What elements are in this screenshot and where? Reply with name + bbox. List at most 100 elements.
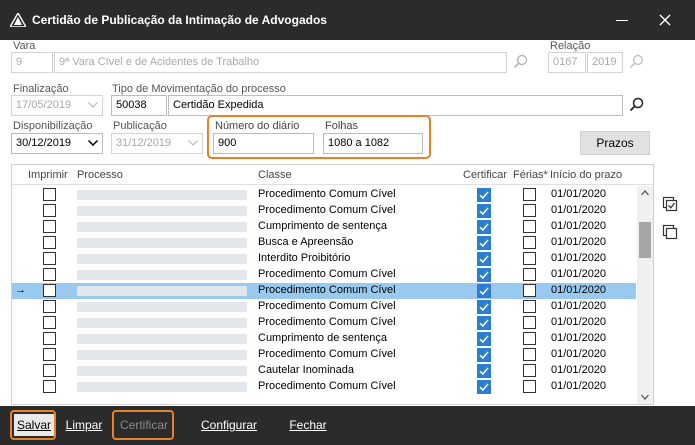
limpar-button[interactable]: Limpar xyxy=(60,414,108,436)
col-processo[interactable]: Processo xyxy=(77,169,123,181)
table-row[interactable]: Procedimento Comum Cível 01/01/2020 xyxy=(12,347,636,363)
certificar-checkbox-checked-icon[interactable] xyxy=(477,236,491,250)
table-row[interactable]: Interdito Proibitório 01/01/2020 xyxy=(12,251,636,267)
ferias-checkbox[interactable] xyxy=(523,268,536,281)
inicio-prazo-cell: 01/01/2020 xyxy=(551,332,607,344)
classe-cell: Cautelar Inominada xyxy=(258,364,355,376)
table-row[interactable]: Busca e Apreensão 01/01/2020 xyxy=(12,235,636,251)
scroll-thumb[interactable] xyxy=(639,222,651,258)
vara-code-field[interactable]: 9 xyxy=(11,52,53,73)
certificar-checkbox-checked-icon[interactable] xyxy=(477,188,491,202)
certificar-checkbox-checked-icon[interactable] xyxy=(477,332,491,346)
classe-cell: Procedimento Comum Cível xyxy=(258,188,396,200)
table-row[interactable]: Procedimento Comum Cível 01/01/2020 xyxy=(12,203,636,219)
processos-grid: Imprimir Processo Classe Certificar Féri… xyxy=(11,164,654,405)
chevron-down-icon[interactable] xyxy=(88,140,98,146)
fechar-button[interactable]: Fechar xyxy=(288,414,328,436)
inicio-prazo-cell: 01/01/2020 xyxy=(551,268,607,280)
table-row[interactable]: Procedimento Comum Cível 01/01/2020 xyxy=(12,379,636,395)
col-classe[interactable]: Classe xyxy=(258,169,292,181)
inicio-prazo-cell: 01/01/2020 xyxy=(551,316,607,328)
ferias-checkbox[interactable] xyxy=(523,204,536,217)
table-row[interactable]: Procedimento Comum Cível 01/01/2020 xyxy=(12,267,636,283)
classe-cell: Procedimento Comum Cível xyxy=(258,316,396,328)
inicio-prazo-cell: 01/01/2020 xyxy=(551,252,607,264)
relacao-number-field[interactable]: 0167 xyxy=(548,52,586,73)
imprimir-checkbox[interactable] xyxy=(43,220,56,233)
minimize-button[interactable] xyxy=(612,12,632,28)
certificar-checkbox-checked-icon[interactable] xyxy=(477,316,491,330)
certificar-checkbox-checked-icon[interactable] xyxy=(477,284,491,298)
col-certificar[interactable]: Certificar xyxy=(463,169,507,181)
classe-cell: Procedimento Comum Cível xyxy=(258,204,396,216)
processo-redacted xyxy=(77,334,247,344)
certificar-checkbox-checked-icon[interactable] xyxy=(477,380,491,394)
certificar-checkbox-checked-icon[interactable] xyxy=(477,268,491,282)
certificar-checkbox-checked-icon[interactable] xyxy=(477,204,491,218)
uncheck-all-icon[interactable] xyxy=(662,224,678,240)
imprimir-checkbox[interactable] xyxy=(43,188,56,201)
scroll-down-icon[interactable] xyxy=(641,394,649,400)
vara-search-icon[interactable] xyxy=(513,54,529,70)
folhas-field[interactable]: 1080 a 1082 xyxy=(323,133,423,154)
processo-redacted xyxy=(77,206,247,216)
ferias-checkbox[interactable] xyxy=(523,220,536,233)
certificar-checkbox-checked-icon[interactable] xyxy=(477,364,491,378)
col-imprimir[interactable]: Imprimir xyxy=(28,169,68,181)
tipo-mov-search-icon[interactable] xyxy=(629,97,645,113)
col-inicio-prazo[interactable]: Início do prazo xyxy=(550,169,622,181)
relacao-year-field[interactable]: 2019 xyxy=(587,52,623,73)
table-row[interactable]: Procedimento Comum Cível 01/01/2020 xyxy=(12,187,636,203)
ferias-checkbox[interactable] xyxy=(523,252,536,265)
imprimir-checkbox[interactable] xyxy=(43,300,56,313)
ferias-checkbox[interactable] xyxy=(523,364,536,377)
table-row[interactable]: Cautelar Inominada 01/01/2020 xyxy=(12,363,636,379)
imprimir-checkbox[interactable] xyxy=(43,348,56,361)
processo-redacted xyxy=(77,238,247,248)
relacao-label: Relação xyxy=(550,40,591,52)
table-row[interactable]: Procedimento Comum Cível 01/01/2020 xyxy=(12,315,636,331)
ferias-checkbox[interactable] xyxy=(523,284,536,297)
publicacao-label: Publicação xyxy=(113,120,167,132)
imprimir-checkbox[interactable] xyxy=(43,204,56,217)
tipo-mov-name-field[interactable]: Certidão Expedida xyxy=(168,95,623,116)
ferias-checkbox[interactable] xyxy=(523,316,536,329)
ferias-checkbox[interactable] xyxy=(523,188,536,201)
grid-scrollbar[interactable] xyxy=(637,186,653,404)
col-ferias[interactable]: Férias* xyxy=(513,169,548,181)
imprimir-checkbox[interactable] xyxy=(43,316,56,329)
relacao-search-icon[interactable] xyxy=(629,54,645,70)
certificar-checkbox-checked-icon[interactable] xyxy=(477,252,491,266)
prazos-button[interactable]: Prazos xyxy=(580,131,650,155)
table-row[interactable]: Cumprimento de sentença 01/01/2020 xyxy=(12,219,636,235)
ferias-checkbox[interactable] xyxy=(523,236,536,249)
check-all-icon[interactable] xyxy=(662,196,678,212)
table-row[interactable]: Procedimento Comum Cível 01/01/2020 xyxy=(12,299,636,315)
imprimir-checkbox[interactable] xyxy=(43,236,56,249)
ferias-checkbox[interactable] xyxy=(523,348,536,361)
scroll-up-icon[interactable] xyxy=(641,190,649,196)
imprimir-checkbox[interactable] xyxy=(43,252,56,265)
processo-redacted xyxy=(77,350,247,360)
table-row[interactable]: → Procedimento Comum Cível 01/01/2020 xyxy=(12,283,636,299)
imprimir-checkbox[interactable] xyxy=(43,284,56,297)
ferias-checkbox[interactable] xyxy=(523,380,536,393)
classe-cell: Procedimento Comum Cível xyxy=(258,268,396,280)
certificar-checkbox-checked-icon[interactable] xyxy=(477,348,491,362)
imprimir-checkbox[interactable] xyxy=(43,332,56,345)
configurar-button[interactable]: Configurar xyxy=(198,414,260,436)
imprimir-checkbox[interactable] xyxy=(43,380,56,393)
close-icon[interactable] xyxy=(655,10,675,30)
ferias-checkbox[interactable] xyxy=(523,332,536,345)
table-row[interactable]: Cumprimento de sentença 01/01/2020 xyxy=(12,331,636,347)
certificar-checkbox-checked-icon[interactable] xyxy=(477,300,491,314)
imprimir-checkbox[interactable] xyxy=(43,268,56,281)
processo-redacted xyxy=(77,286,247,296)
imprimir-checkbox[interactable] xyxy=(43,364,56,377)
vara-name-field[interactable]: 9ª Vara Cível e de Acidentes de Trabalho xyxy=(54,52,507,73)
certificar-checkbox-checked-icon[interactable] xyxy=(477,220,491,234)
numero-diario-field[interactable]: 900 xyxy=(213,133,314,154)
tipo-mov-code-field[interactable]: 50038 xyxy=(111,95,167,116)
ferias-checkbox[interactable] xyxy=(523,300,536,313)
inicio-prazo-cell: 01/01/2020 xyxy=(551,188,607,200)
